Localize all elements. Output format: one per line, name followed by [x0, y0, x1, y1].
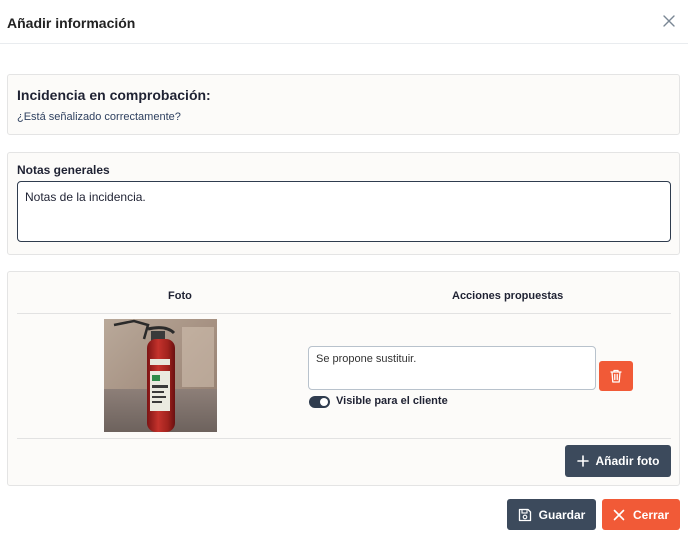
x-icon [613, 509, 625, 520]
close-button[interactable]: Cerrar [602, 499, 680, 530]
incidence-title: Incidencia en comprobación: [17, 87, 211, 103]
photo-column-header: Foto [168, 290, 192, 302]
table-divider [17, 438, 671, 439]
notes-label: Notas generales [17, 163, 110, 177]
modal-title: Añadir información [7, 15, 136, 31]
floppy-disk-icon [518, 508, 531, 521]
close-label: Cerrar [632, 507, 670, 522]
save-button[interactable]: Guardar [507, 499, 596, 530]
visible-to-client-label: Visible para el cliente [336, 395, 448, 407]
notes-card: Notas generales Notas de la incidencia. [7, 152, 680, 255]
delete-photo-button[interactable] [599, 361, 633, 391]
toggle-knob [320, 398, 328, 406]
save-label: Guardar [538, 507, 586, 522]
visible-to-client-toggle[interactable] [309, 396, 330, 408]
trash-icon [610, 369, 622, 383]
fire-extinguisher-photo[interactable] [104, 319, 217, 432]
plus-icon [576, 455, 589, 467]
add-photo-label: Añadir foto [595, 454, 660, 468]
add-photo-button[interactable]: Añadir foto [565, 445, 671, 477]
actions-column-header: Acciones propuestas [452, 290, 564, 302]
notes-textarea[interactable]: Notas de la incidencia. [17, 181, 671, 242]
proposed-action-textarea[interactable]: Se propone sustituir. [308, 346, 596, 390]
incidence-question: ¿Está señalizado correctamente? [17, 111, 181, 123]
modal-header: Añadir información [0, 0, 688, 44]
table-divider [17, 313, 671, 314]
incidence-card: Incidencia en comprobación: ¿Está señali… [7, 74, 680, 135]
photos-card: Foto Acciones propuestas Se propone sust… [7, 271, 680, 486]
close-icon[interactable] [662, 14, 676, 28]
